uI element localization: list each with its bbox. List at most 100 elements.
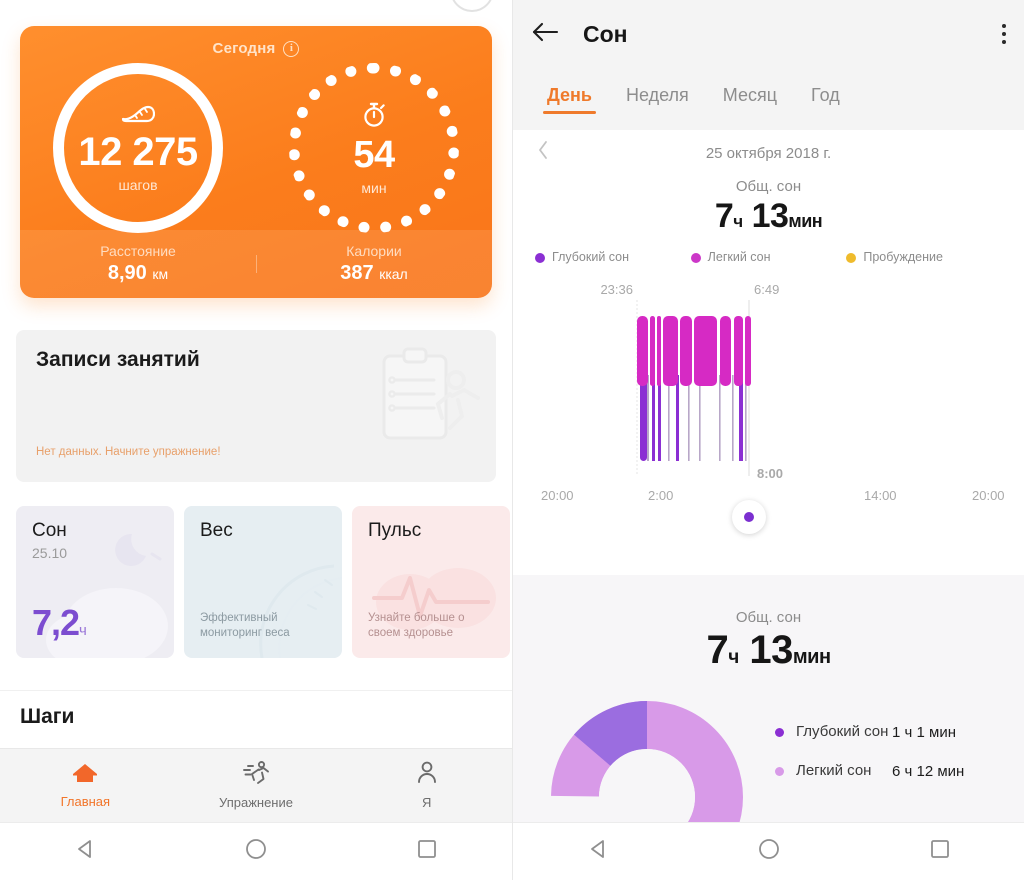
date-selector: 25 октября 2018 г. <box>513 130 1024 176</box>
bottom-tabbar: Главная Упражнение Я <box>0 748 512 822</box>
nav-back-icon[interactable] <box>586 837 610 866</box>
hypnogram-chart[interactable]: 23:36 6:49 8:00 20:00 2:00 14:00 20:00 <box>513 280 1024 534</box>
donut-light-value: 6 ч 12 мин <box>892 762 965 780</box>
legend-deep-dot <box>535 252 545 263</box>
today-summary-card[interactable]: Сегодня i 12 275 шагов 54 мин Расстояние… <box>20 26 492 298</box>
total-sleep-bottom-hours-unit: ч <box>728 647 739 668</box>
chevron-left-icon[interactable] <box>537 140 549 166</box>
tab-week[interactable]: Неделя <box>626 85 689 114</box>
distance-unit: км <box>152 266 169 282</box>
total-sleep-top-minutes: 13 <box>751 197 789 235</box>
total-sleep-bottom-minutes-unit: мин <box>792 646 831 668</box>
nav-recents-icon[interactable] <box>928 837 952 866</box>
total-sleep-bottom-hours: 7 <box>706 628 729 672</box>
calories-unit: ккал <box>379 266 408 282</box>
tab-me[interactable]: Я <box>341 749 512 822</box>
tab-day-label: День <box>547 84 592 105</box>
card-weight-desc: Эффективный мониторинг веса <box>200 611 290 640</box>
card-pulse-title: Пульс <box>368 520 422 541</box>
nav-home-icon[interactable] <box>757 837 781 866</box>
page-title: Сон <box>583 20 628 47</box>
steps-section-title: Шаги <box>20 705 75 728</box>
nav-back-icon[interactable] <box>73 837 97 866</box>
tab-week-label: Неделя <box>626 84 689 105</box>
tab-home[interactable]: Главная <box>0 749 171 822</box>
back-arrow-icon[interactable] <box>531 21 559 48</box>
tab-month[interactable]: Месяц <box>723 85 777 114</box>
tab-day[interactable]: День <box>543 84 596 114</box>
donut-deep-value: 1 ч 1 мин <box>892 723 956 741</box>
clipboard-runner-icon <box>352 342 482 472</box>
donut-light-label: Легкий сон <box>796 761 872 779</box>
card-pulse[interactable]: Пульс Узнайте больше о своем здоровье <box>352 506 510 658</box>
calories-metric[interactable]: Калории 387 ккал <box>256 243 492 285</box>
shoe-icon <box>121 103 156 129</box>
dual-phone-screenshot: Сегодня i 12 275 шагов 54 мин Расстояние… <box>0 0 1024 880</box>
axis-label-0: 20:00 <box>541 487 574 503</box>
steps-unit: шагов <box>118 177 158 193</box>
right-phone-screen: Сон День Неделя Месяц Год 25 октября 201… <box>512 0 1024 880</box>
kebab-menu-icon[interactable] <box>1002 24 1006 44</box>
steps-value: 12 275 <box>78 130 198 174</box>
sleep-detail-header: Сон <box>513 0 1024 68</box>
total-sleep-bottom: Общ. сон 7ч 13мин <box>513 609 1024 673</box>
legend-awake-label: Пробуждение <box>863 250 943 264</box>
sleep-breakdown-section: Общ. сон 7ч 13мин Глубокий сон 1 ч 1 мин… <box>513 575 1024 877</box>
stopwatch-icon <box>361 100 387 132</box>
nav-home-icon[interactable] <box>244 837 268 866</box>
tab-year-label: Год <box>811 84 840 105</box>
tab-year[interactable]: Год <box>811 85 840 114</box>
distance-metric[interactable]: Расстояние 8,90 км <box>20 243 256 285</box>
timeline-scrubber[interactable] <box>513 499 1024 534</box>
total-sleep-top-hours: 7 <box>714 197 734 235</box>
minutes-unit: мин <box>361 180 387 196</box>
card-pulse-desc: Узнайте больше о своем здоровье <box>368 611 465 640</box>
legend-awake-dot <box>846 252 857 263</box>
legend-light-dot <box>690 252 701 263</box>
current-date-label: 25 октября 2018 г. <box>705 144 832 162</box>
legend-awake: Пробуждение <box>846 250 1002 266</box>
calories-label: Калории <box>346 243 402 259</box>
tab-month-label: Месяц <box>722 84 778 105</box>
calories-value: 387 <box>340 262 374 284</box>
svg-text:23:36: 23:36 <box>600 282 633 297</box>
donut-deep-label: Глубокий сон <box>796 723 889 740</box>
today-card-title: Сегодня i <box>20 26 492 57</box>
total-sleep-top-caption: Общ. сон <box>735 178 802 195</box>
card-weight[interactable]: Вес Эффективный мониторинг веса <box>184 506 342 658</box>
total-sleep-top-minutes-unit: мин <box>788 211 823 231</box>
active-minutes-ring[interactable]: 54 мин <box>289 63 459 233</box>
total-sleep-top: Общ. сон 7ч 13мин <box>513 178 1024 236</box>
person-icon <box>414 761 440 790</box>
card-sleep[interactable]: Сон 25.10 7,2ч <box>16 506 174 658</box>
health-cards-row: Сон 25.10 7,2ч Вес Эффективный мониторин… <box>16 506 512 658</box>
card-sleep-value: 7,2 <box>32 602 80 643</box>
axis-label-3: 20:00 <box>972 487 1005 503</box>
card-sleep-date: 25.10 <box>32 545 68 561</box>
total-sleep-top-hours-unit: ч <box>733 212 743 231</box>
axis-label-2: 14:00 <box>864 487 897 503</box>
nav-recents-icon[interactable] <box>415 837 439 866</box>
handle-time-label: 8:00 <box>757 465 784 481</box>
scrubber-knob[interactable] <box>732 499 766 534</box>
steps-ring[interactable]: 12 275 шагов <box>53 63 223 233</box>
activity-records-card[interactable]: Записи занятий Нет данных. Начните упраж… <box>16 330 496 482</box>
card-weight-title: Вес <box>200 520 233 541</box>
card-sleep-title: Сон <box>32 520 67 541</box>
android-navbar-left <box>0 822 512 880</box>
legend-light-sleep: Легкий сон <box>690 250 847 266</box>
period-tabs: День Неделя Месяц Год <box>513 68 1024 130</box>
today-label: Сегодня <box>212 40 276 57</box>
left-phone-screen: Сегодня i 12 275 шагов 54 мин Расстояние… <box>0 0 512 880</box>
steps-section[interactable]: Шаги <box>0 690 512 750</box>
axis-label-1: 2:00 <box>648 487 674 503</box>
tab-home-label: Главная <box>60 794 111 809</box>
legend-deep-sleep: Глубокий сон <box>535 250 691 266</box>
donut-legend-light: Легкий сон 6 ч 12 мин <box>775 762 964 781</box>
donut-deep-dot <box>775 727 784 737</box>
donut-light-dot <box>775 766 784 776</box>
total-sleep-bottom-minutes: 13 <box>749 628 793 672</box>
tab-exercise[interactable]: Упражнение <box>171 749 342 822</box>
legend-light-label: Легкий сон <box>707 250 771 264</box>
info-icon[interactable]: i <box>283 40 300 57</box>
